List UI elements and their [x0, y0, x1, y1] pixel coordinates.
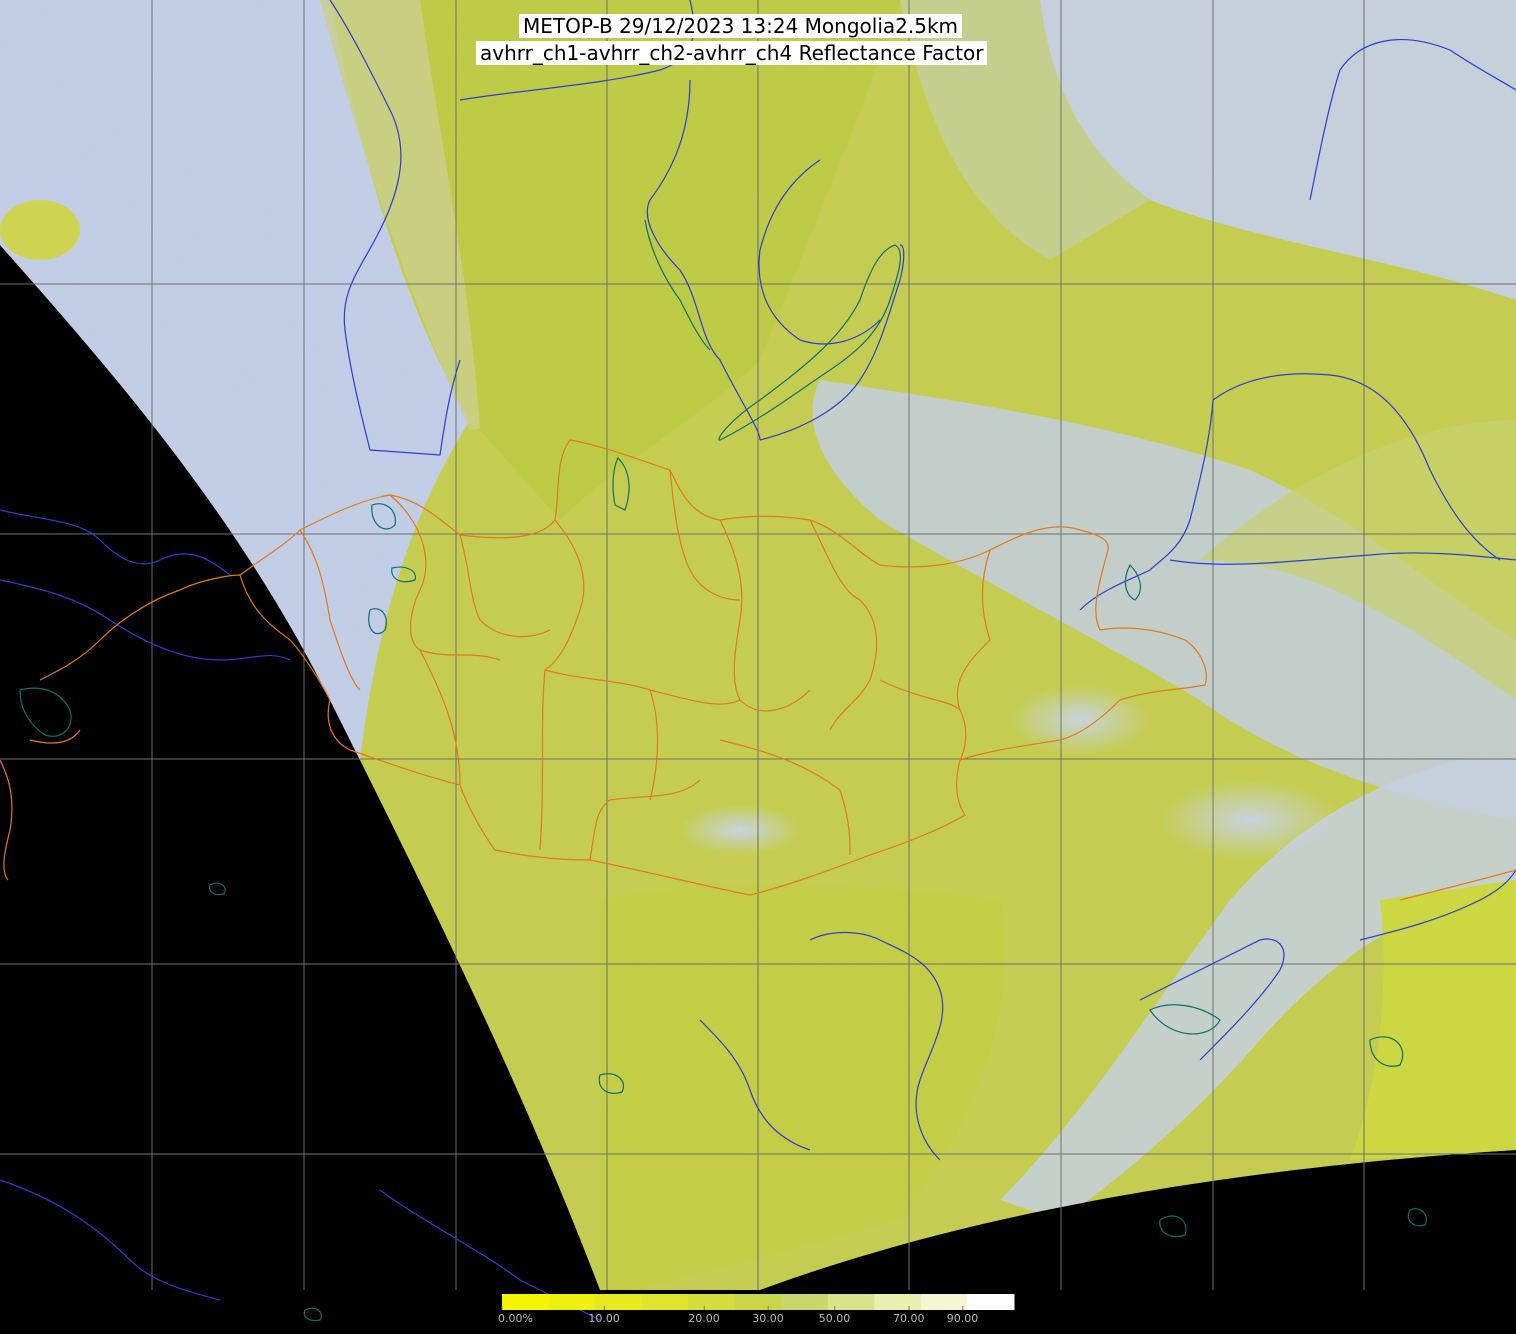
- colorbar-segment: [781, 1294, 829, 1310]
- colorbar-segment: [920, 1294, 968, 1310]
- colorbar-segment: [641, 1294, 689, 1310]
- map-title-line1: METOP-B 29/12/2023 13:24 Mongolia2.5km: [519, 14, 963, 38]
- colorbar-segment: [734, 1294, 782, 1310]
- colorbar-tick-label: 50.00: [818, 1312, 851, 1325]
- colorbar-segment: [502, 1294, 550, 1310]
- colorbar-tick-label: 20.00: [688, 1312, 720, 1325]
- satellite-map: [0, 0, 1516, 1334]
- colorbar-tick-label: 10.00: [588, 1312, 620, 1325]
- colorbar-tick-label: 70.00: [893, 1312, 925, 1325]
- colorbar-segment: [548, 1294, 596, 1310]
- colorbar-segment: [967, 1294, 1015, 1310]
- colorbar-segment: [688, 1294, 736, 1310]
- map-title-line2: avhrr_ch1-avhrr_ch2-avhrr_ch4 Reflectanc…: [476, 41, 988, 65]
- colorbar-tick-label: 0.00%: [498, 1312, 533, 1325]
- colorbar-segment: [595, 1294, 643, 1310]
- colorbar-tick-label: 90.00: [946, 1312, 979, 1325]
- colorbar-tick-label: 30.00: [752, 1312, 784, 1325]
- colorbar: [501, 1294, 1015, 1310]
- colorbar-segment: [874, 1294, 922, 1310]
